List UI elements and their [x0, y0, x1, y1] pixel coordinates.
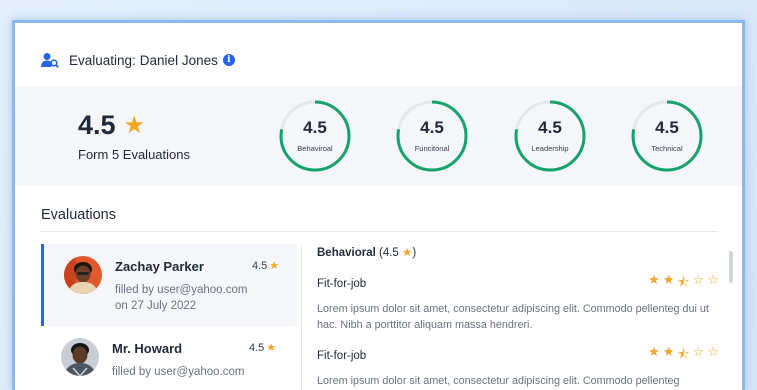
score-value: 4.5	[249, 341, 265, 354]
evaluation-detail: Behavioral (4.5 ★) Fit-for-job ★ ★ ⯪ ☆ ☆…	[317, 245, 719, 389]
score-summary: 4.5 ★ Form 5 Evaluations 4.5 Behaviroal …	[15, 86, 742, 186]
evaluations-list: Zachay Parker 4.5 ★ filled by user@yahoo…	[41, 244, 297, 390]
gauge-functional: 4.5 Funcitonal	[395, 99, 469, 173]
star-empty-icon: ☆	[707, 273, 719, 288]
criterion-text: Lorem ipsum dolor sit amet, consectetur …	[317, 375, 680, 387]
overall-score: 4.5 ★ Form 5 Evaluations	[78, 110, 190, 162]
gauge-value: 4.5	[655, 118, 679, 137]
gauge-behavioral: 4.5 Behaviroal	[278, 99, 352, 173]
evaluations-count: Form 5 Evaluations	[78, 147, 190, 162]
column-divider	[301, 244, 302, 390]
evaluator-score: 4.5 ★	[249, 341, 277, 355]
category-score: (4.5	[379, 247, 399, 259]
list-item[interactable]: Mr. Howard 4.5 ★ filled by user@yahoo.co…	[41, 326, 297, 390]
star-icon: ★	[269, 260, 280, 272]
user-search-icon	[41, 53, 59, 68]
gauge-value: 4.5	[420, 118, 444, 137]
avatar	[61, 338, 99, 376]
star-empty-icon: ☆	[692, 345, 705, 360]
gauge-label: Leadership	[531, 144, 569, 153]
star-filled-icon: ★	[648, 273, 660, 288]
criterion-title: Fit-for-job	[317, 350, 367, 362]
category-heading: Behavioral (4.5 ★)	[317, 245, 719, 259]
star-half-icon: ⯪	[677, 347, 690, 362]
filled-by: filled by user@yahoo.com	[115, 284, 248, 296]
evaluating-header: Evaluating: Daniel Jones i	[41, 52, 235, 68]
overall-score-value: 4.5	[78, 110, 116, 140]
evaluator-name: Zachay Parker	[115, 259, 204, 274]
gauge-technical: 4.5 Technical	[630, 99, 704, 173]
criterion-title: Fit-for-job	[317, 278, 367, 290]
star-filled-icon: ★	[648, 345, 660, 360]
criterion: Fit-for-job ★ ★ ⯪ ☆ ☆ Lorem ipsum dolor …	[317, 273, 719, 333]
gauge-value: 4.5	[303, 118, 327, 137]
filled-date: on 27 July 2022	[115, 300, 197, 312]
star-icon: ★	[266, 342, 277, 354]
close-paren: )	[412, 247, 417, 259]
scrollbar[interactable]	[729, 251, 733, 283]
category-name: Behavioral	[317, 247, 376, 259]
filled-by: filled by user@yahoo.com	[112, 366, 245, 378]
info-icon[interactable]: i	[222, 54, 235, 66]
star-empty-icon: ☆	[707, 345, 719, 360]
evaluator-score: 4.5 ★	[252, 259, 280, 273]
evaluations-title: Evaluations	[41, 207, 116, 223]
score-value: 4.5	[252, 259, 268, 272]
evaluator-name: Mr. Howard	[112, 341, 183, 356]
gauge-value: 4.5	[538, 118, 562, 137]
divider	[41, 231, 718, 232]
star-filled-icon: ★	[662, 345, 675, 360]
star-rating: ★ ★ ⯪ ☆ ☆	[645, 345, 719, 367]
star-empty-icon: ☆	[692, 273, 705, 288]
gauge-label: Funcitonal	[414, 144, 450, 153]
criterion-text: Lorem ipsum dolor sit amet, consectetur …	[317, 303, 709, 331]
evaluation-panel: Evaluating: Daniel Jones i 4.5 ★ Form 5 …	[12, 20, 745, 390]
star-rating: ★ ★ ⯪ ☆ ☆	[645, 273, 719, 295]
avatar	[64, 256, 102, 294]
evaluating-prefix: Evaluating:	[69, 52, 136, 68]
list-item[interactable]: Zachay Parker 4.5 ★ filled by user@yahoo…	[41, 244, 297, 326]
criterion: Fit-for-job ★ ★ ⯪ ☆ ☆ Lorem ipsum dolor …	[317, 345, 719, 389]
gauge-leadership: 4.5 Leadership	[513, 99, 587, 173]
star-half-icon: ⯪	[677, 275, 690, 290]
star-icon: ★	[123, 111, 146, 139]
star-icon: ★	[402, 247, 413, 259]
evaluator-meta: filled by user@yahoo.com on 27 July 2022	[115, 282, 248, 314]
gauge-label: Technical	[651, 144, 683, 153]
evaluator-meta: filled by user@yahoo.com	[112, 364, 245, 380]
gauge-label: Behaviroal	[297, 144, 333, 153]
star-filled-icon: ★	[662, 273, 675, 288]
evaluatee-name: Daniel Jones	[139, 52, 218, 68]
